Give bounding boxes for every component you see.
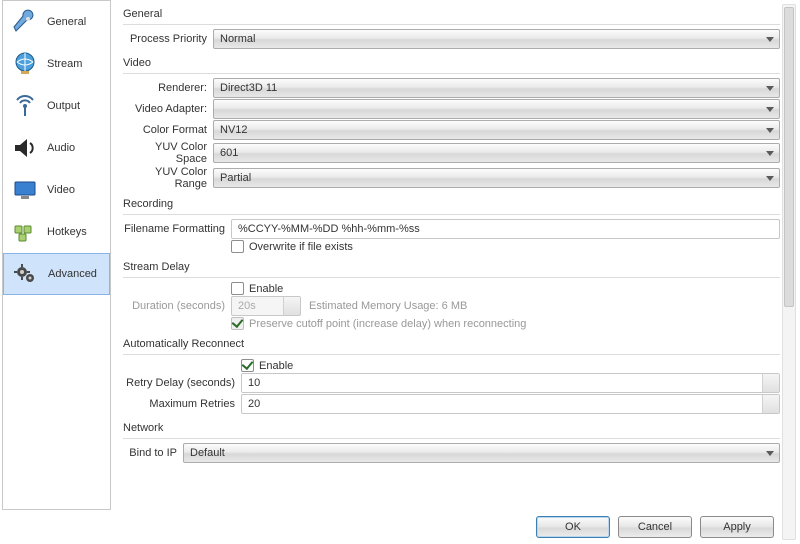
cancel-button[interactable]: Cancel bbox=[618, 516, 692, 538]
sidebar-item-audio[interactable]: Audio bbox=[3, 127, 110, 169]
keys-icon bbox=[9, 216, 41, 248]
sidebar-item-hotkeys[interactable]: Hotkeys bbox=[3, 211, 110, 253]
ok-button[interactable]: OK bbox=[536, 516, 610, 538]
sidebar-item-advanced[interactable]: Advanced bbox=[3, 253, 110, 295]
gears-icon bbox=[10, 258, 42, 290]
filename-formatting-label: Filename Formatting bbox=[123, 223, 231, 235]
settings-content: General Process Priority Normal Video Re… bbox=[113, 0, 800, 510]
overwrite-checkbox[interactable] bbox=[231, 240, 244, 253]
yuv-color-space-dropdown[interactable]: 601 bbox=[213, 143, 780, 163]
section-recording-title: Recording bbox=[123, 198, 780, 210]
color-format-dropdown[interactable]: NV12 bbox=[213, 120, 780, 140]
color-format-label: Color Format bbox=[123, 124, 213, 136]
process-priority-dropdown[interactable]: Normal bbox=[213, 29, 780, 49]
retry-delay-spinbox[interactable]: 10 bbox=[241, 373, 780, 393]
duration-spinbox: 20s bbox=[231, 296, 301, 316]
preserve-cutoff-checkbox bbox=[231, 317, 244, 330]
duration-label: Duration (seconds) bbox=[123, 300, 231, 312]
bind-to-ip-label: Bind to IP bbox=[123, 447, 183, 459]
sidebar-item-label: Audio bbox=[47, 142, 75, 154]
wrench-icon bbox=[9, 6, 41, 38]
sidebar-item-output[interactable]: Output bbox=[3, 85, 110, 127]
sidebar-item-label: Video bbox=[47, 184, 75, 196]
maximum-retries-spinbox[interactable]: 20 bbox=[241, 394, 780, 414]
yuv-color-range-dropdown[interactable]: Partial bbox=[213, 168, 780, 188]
auto-reconnect-enable-checkbox[interactable] bbox=[241, 359, 254, 372]
sidebar-item-label: Hotkeys bbox=[47, 226, 87, 238]
globe-icon bbox=[9, 48, 41, 80]
sidebar-item-label: Stream bbox=[47, 58, 82, 70]
apply-button[interactable]: Apply bbox=[700, 516, 774, 538]
sidebar-item-label: Advanced bbox=[48, 268, 97, 280]
auto-reconnect-enable-label: Enable bbox=[259, 360, 293, 372]
sidebar-item-general[interactable]: General bbox=[3, 1, 110, 43]
antenna-icon bbox=[9, 90, 41, 122]
dialog-footer: OK Cancel Apply bbox=[0, 510, 800, 544]
sidebar-item-label: Output bbox=[47, 100, 80, 112]
process-priority-label: Process Priority bbox=[123, 33, 213, 45]
video-adapter-label: Video Adapter: bbox=[123, 103, 213, 115]
section-network-title: Network bbox=[123, 422, 780, 434]
yuv-color-range-label: YUV Color Range bbox=[123, 166, 213, 190]
sidebar-item-video[interactable]: Video bbox=[3, 169, 110, 211]
section-stream-delay-title: Stream Delay bbox=[123, 261, 780, 273]
renderer-label: Renderer: bbox=[123, 82, 213, 94]
video-adapter-dropdown[interactable] bbox=[213, 99, 780, 119]
vertical-scrollbar[interactable] bbox=[782, 4, 796, 510]
stream-delay-enable-label: Enable bbox=[249, 283, 283, 295]
preserve-cutoff-label: Preserve cutoff point (increase delay) w… bbox=[249, 318, 526, 330]
renderer-dropdown[interactable]: Direct3D 11 bbox=[213, 78, 780, 98]
speaker-icon bbox=[9, 132, 41, 164]
section-video-title: Video bbox=[123, 57, 780, 69]
monitor-icon bbox=[9, 174, 41, 206]
stream-delay-enable-checkbox[interactable] bbox=[231, 282, 244, 295]
sidebar-item-stream[interactable]: Stream bbox=[3, 43, 110, 85]
overwrite-label: Overwrite if file exists bbox=[249, 241, 353, 253]
section-general-title: General bbox=[123, 8, 780, 20]
settings-sidebar: General Stream Output Audio bbox=[2, 0, 111, 510]
sidebar-item-label: General bbox=[47, 16, 86, 28]
maximum-retries-label: Maximum Retries bbox=[123, 398, 241, 410]
bind-to-ip-dropdown[interactable]: Default bbox=[183, 443, 780, 463]
yuv-color-space-label: YUV Color Space bbox=[123, 141, 213, 165]
estimated-memory-label: Estimated Memory Usage: 6 MB bbox=[309, 300, 467, 312]
section-auto-reconnect-title: Automatically Reconnect bbox=[123, 338, 780, 350]
scrollbar-thumb[interactable] bbox=[784, 7, 794, 307]
filename-formatting-input[interactable]: %CCYY-%MM-%DD %hh-%mm-%ss bbox=[231, 219, 780, 239]
retry-delay-label: Retry Delay (seconds) bbox=[123, 377, 241, 389]
